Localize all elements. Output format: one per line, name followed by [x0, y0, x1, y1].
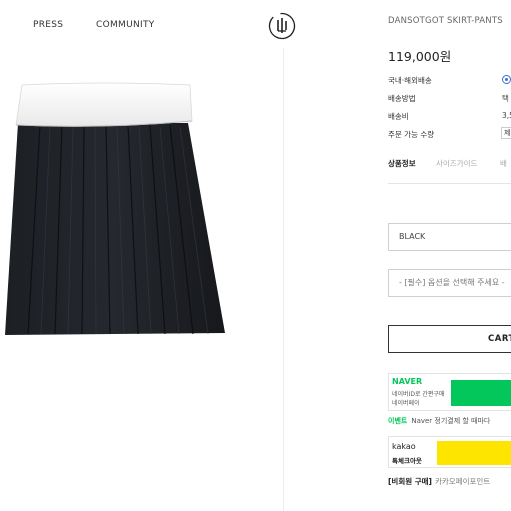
event-text: Naver 정기결제 할 때마다 — [411, 417, 491, 425]
size-option-select[interactable]: - [필수] 옵션을 선택해 주세요 - — [388, 269, 511, 297]
info-row-shipping-region: 국내·해외배송 — [388, 75, 511, 87]
tab-size-guide[interactable]: 사이즈가이드 — [436, 158, 477, 169]
guest-purchase-row: [비회원 구매] 카카오페이포인트 — [388, 476, 511, 490]
qty-select[interactable]: 제 — [501, 127, 511, 139]
product-price: 119,000원 — [388, 49, 452, 64]
radio-icon[interactable] — [502, 75, 511, 84]
kakao-sub-label: 톡체크아웃 — [392, 457, 422, 465]
info-row-shipping-fee: 배송비 3,5 — [388, 111, 511, 123]
event-tag: 이벤트 — [388, 417, 408, 425]
naver-pay-button[interactable] — [451, 380, 511, 406]
product-image[interactable] — [0, 75, 262, 345]
naver-logo: NAVER — [392, 377, 423, 386]
info-row-order-qty: 주문 가능 수량 제 — [388, 127, 511, 141]
naver-event-banner[interactable]: 이벤트 Naver 정기결제 할 때마다 — [388, 416, 511, 430]
cart-button[interactable]: CART — [388, 325, 511, 353]
product-detail-panel: DANSOTGOT SKIRT-PANTS 119,000원 국내·해외배송 배… — [388, 0, 511, 511]
kakao-checkout-button[interactable] — [437, 441, 511, 465]
info-row-shipping-method: 배송방법 택 — [388, 93, 511, 105]
info-label: 국내·해외배송 — [388, 76, 432, 85]
brand-logo-icon[interactable] — [268, 12, 296, 40]
kakao-checkout-box: kakao 톡체크아웃 — [388, 436, 511, 468]
detail-tabs: 상품정보 사이즈가이드 배 — [388, 158, 511, 174]
tab-divider — [388, 183, 511, 184]
color-option-select[interactable]: BLACK — [388, 223, 511, 251]
guest-tag: [비회원 구매] — [388, 477, 432, 486]
naver-sub-label-2: 네이버페이 — [392, 400, 420, 407]
info-label: 배송방법 — [388, 94, 416, 103]
nav-community[interactable]: COMMUNITY — [96, 20, 155, 30]
guest-text: 카카오페이포인트 — [434, 477, 491, 486]
nav-press[interactable]: PRESS — [33, 20, 63, 30]
naver-pay-box: NAVER 네이버ID로 간편구매 네이버페이 — [388, 373, 511, 411]
tab-shipping[interactable]: 배 — [500, 158, 507, 169]
info-value: 3,5 — [502, 111, 511, 120]
info-value: 택 — [502, 94, 509, 103]
info-label: 주문 가능 수량 — [388, 130, 435, 139]
naver-sub-label: 네이버ID로 간편구매 — [392, 391, 445, 398]
column-divider — [283, 48, 284, 511]
kakao-logo: kakao — [392, 442, 416, 451]
product-title: DANSOTGOT SKIRT-PANTS — [388, 16, 503, 26]
info-label: 배송비 — [388, 112, 409, 121]
tab-product-info[interactable]: 상품정보 — [388, 158, 416, 169]
